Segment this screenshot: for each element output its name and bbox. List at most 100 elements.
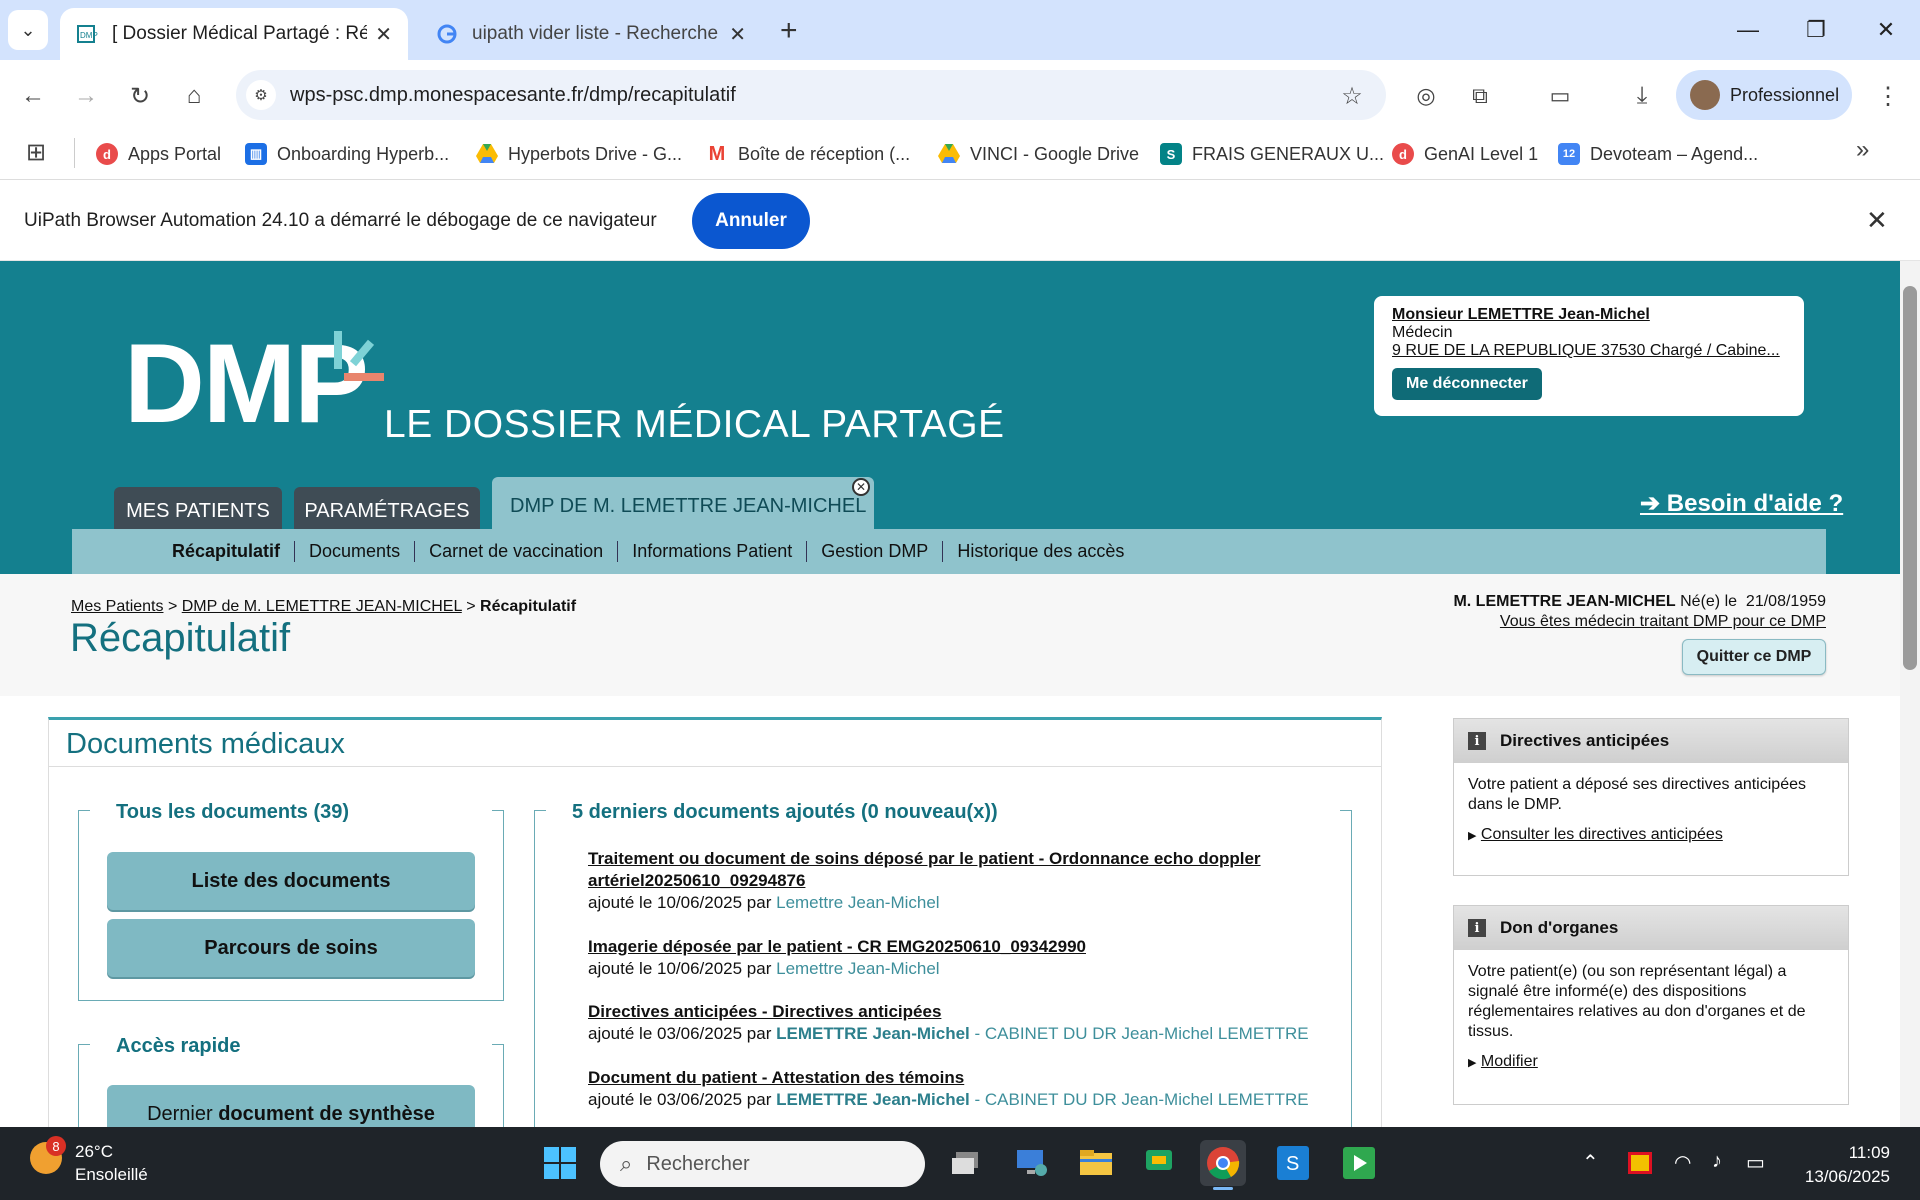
cast-icon[interactable]: ▭ xyxy=(1542,78,1578,114)
organ-modify-row[interactable]: ▶ Modifier xyxy=(1468,1052,1834,1073)
tray-overflow-icon[interactable]: ⌃ xyxy=(1582,1150,1599,1175)
extension-uipath-icon[interactable]: ◎ xyxy=(1408,78,1444,114)
menu-kebab-icon[interactable]: ⋮ xyxy=(1870,78,1906,114)
scrollbar-thumb[interactable] xyxy=(1903,286,1917,670)
cancel-debug-button[interactable]: Annuler xyxy=(692,193,810,249)
subnav-recapitulatif[interactable]: Récapitulatif xyxy=(158,541,294,562)
close-infobar-icon[interactable]: ✕ xyxy=(1866,205,1888,236)
document-author[interactable]: LEMETTRE Jean-Michel xyxy=(776,1024,970,1043)
windows-start-icon[interactable] xyxy=(537,1140,583,1186)
bookmark-item[interactable]: ▥ Onboarding Hyperb... xyxy=(245,138,449,170)
close-dmp-tab-icon[interactable]: ✕ xyxy=(852,478,870,496)
wifi-icon[interactable]: ◠ xyxy=(1674,1150,1691,1175)
language-flag-icon[interactable] xyxy=(1628,1152,1652,1174)
breadcrumb-dmp[interactable]: DMP de M. LEMETTRE JEAN-MICHEL xyxy=(182,598,462,615)
bookmark-item[interactable]: 12 Devoteam – Agend... xyxy=(1558,138,1758,170)
site-info-icon[interactable]: ⚙ xyxy=(246,80,276,110)
browser-tab-google[interactable]: uipath vider liste - Recherche G ✕ xyxy=(420,8,762,60)
breadcrumb-home[interactable]: Mes Patients xyxy=(71,598,163,615)
document-list-button[interactable]: Liste des documents xyxy=(107,852,475,910)
url-text[interactable]: wps-psc.dmp.monespacesante.fr/dmp/recapi… xyxy=(290,84,736,107)
bookmark-item[interactable]: d Apps Portal xyxy=(96,138,221,170)
browser-tab-dmp[interactable]: DMP [ Dossier Médical Partagé : Réca ✕ xyxy=(60,8,408,60)
weather-widget[interactable]: 26°C Ensoleillé xyxy=(75,1140,148,1186)
directives-link[interactable]: Consulter les directives anticipées xyxy=(1481,826,1723,843)
download-icon[interactable]: ⤓ xyxy=(1624,78,1660,114)
help-link[interactable]: ➔ Besoin d'aide ? xyxy=(1640,489,1843,518)
document-item: Document du patient - Attestation des té… xyxy=(588,1067,1348,1111)
treating-doctor-link[interactable]: Vous êtes médecin traitant DMP pour ce D… xyxy=(1300,612,1826,632)
quit-dmp-button[interactable]: Quitter ce DMP xyxy=(1682,639,1826,675)
document-author[interactable]: LEMETTRE Jean-Michel xyxy=(776,1090,970,1109)
forward-icon[interactable]: → xyxy=(68,78,104,114)
care-path-button[interactable]: Parcours de soins xyxy=(107,919,475,977)
tab-search-button[interactable]: ⌄ xyxy=(8,10,48,50)
document-author[interactable]: Lemettre Jean-Michel xyxy=(776,959,939,978)
document-title-link[interactable]: Document du patient - Attestation des té… xyxy=(588,1067,1348,1089)
document-org: - CABINET DU DR Jean-Michel LEMETTRE xyxy=(974,1090,1309,1109)
all-docs-title[interactable]: Tous les documents (39) xyxy=(116,801,349,824)
subnav-documents[interactable]: Documents xyxy=(294,541,414,562)
minimize-icon[interactable]: — xyxy=(1720,10,1776,50)
document-item: Imagerie déposée par le patient - CR EMG… xyxy=(588,936,1348,980)
bookmark-label: Apps Portal xyxy=(128,143,222,164)
battery-icon[interactable]: ▭ xyxy=(1746,1150,1765,1175)
directives-link-row[interactable]: ▶ Consulter les directives anticipées xyxy=(1468,825,1834,846)
uipath-assistant-icon[interactable] xyxy=(1336,1140,1382,1186)
chrome-icon[interactable] xyxy=(1200,1140,1246,1186)
user-address[interactable]: 9 RUE DE LA REPUBLIQUE 37530 Chargé / Ca… xyxy=(1392,342,1786,360)
more-bookmarks-icon[interactable]: » xyxy=(1856,136,1869,164)
google-drive-icon xyxy=(476,143,498,165)
organ-donation-text: Votre patient(e) (ou son représentant lé… xyxy=(1468,963,1806,1040)
document-title-link[interactable]: Traitement ou document de soins déposé p… xyxy=(588,848,1348,892)
taskbar-search[interactable]: ⌕ Rechercher xyxy=(600,1141,925,1187)
close-window-icon[interactable]: ✕ xyxy=(1858,10,1914,50)
document-title-link[interactable]: Imagerie déposée par le patient - CR EMG… xyxy=(588,936,1348,958)
document-author[interactable]: Lemettre Jean-Michel xyxy=(776,893,939,912)
close-tab-icon[interactable]: ✕ xyxy=(729,22,746,47)
apps-grid-icon[interactable]: ⊞ xyxy=(26,138,46,167)
subnav-historique[interactable]: Historique des accès xyxy=(942,541,1138,562)
profile-button[interactable]: Professionnel xyxy=(1676,70,1852,120)
bookmark-item[interactable]: S FRAIS GENERAUX U... xyxy=(1160,138,1384,170)
avatar xyxy=(1690,80,1720,110)
bookmark-item[interactable]: M Boîte de réception (... xyxy=(706,138,910,170)
document-title-link[interactable]: Directives anticipées - Directives antic… xyxy=(588,1001,1348,1023)
subnav-vaccination[interactable]: Carnet de vaccination xyxy=(414,541,617,562)
logout-button[interactable]: Me déconnecter xyxy=(1392,368,1542,400)
back-icon[interactable]: ← xyxy=(15,78,51,114)
task-view-icon[interactable] xyxy=(942,1140,988,1186)
extensions-icon[interactable]: ⧉ xyxy=(1462,78,1498,114)
bookmark-item[interactable]: VINCI - Google Drive xyxy=(938,138,1139,170)
tab-parametrages[interactable]: PARAMÉTRAGES xyxy=(294,487,480,535)
user-name[interactable]: Monsieur LEMETTRE Jean-Michel xyxy=(1392,306,1786,324)
taskbar-clock[interactable]: 11:09 13/06/2025 xyxy=(1784,1141,1890,1189)
tab-dmp-patient[interactable]: DMP DE M. LEMETTRE JEAN-MICHEL xyxy=(492,477,874,535)
breadcrumb-separator: > xyxy=(167,598,178,615)
info-icon: i xyxy=(1468,919,1486,937)
synthesis-doc-button[interactable]: Dernier document de synthèse xyxy=(107,1085,475,1127)
close-tab-icon[interactable]: ✕ xyxy=(375,22,392,47)
bookmark-label: Hyperbots Drive - G... xyxy=(508,143,683,164)
subnav-informations-patient[interactable]: Informations Patient xyxy=(617,541,806,562)
bookmark-item[interactable]: Hyperbots Drive - G... xyxy=(476,138,682,170)
organ-modify-link[interactable]: Modifier xyxy=(1481,1053,1538,1070)
tab-mes-patients[interactable]: MES PATIENTS xyxy=(114,487,282,535)
triangle-right-icon: ▶ xyxy=(1468,1057,1477,1069)
directives-title: Directives anticipées xyxy=(1500,731,1670,750)
new-tab-button[interactable]: + xyxy=(780,14,798,48)
bookmark-star-icon[interactable]: ☆ xyxy=(1334,78,1370,114)
remote-desktop-icon[interactable] xyxy=(1008,1140,1054,1186)
bookmark-item[interactable]: d GenAI Level 1 xyxy=(1392,138,1538,170)
restore-icon[interactable]: ❐ xyxy=(1788,10,1844,50)
home-icon[interactable]: ⌂ xyxy=(176,78,212,114)
reload-icon[interactable]: ↻ xyxy=(122,78,158,114)
document-item: Directives anticipées - Directives antic… xyxy=(588,1001,1348,1045)
file-explorer-icon[interactable] xyxy=(1073,1140,1119,1186)
volume-icon[interactable]: ♪ xyxy=(1712,1150,1722,1173)
bookmark-label: Onboarding Hyperb... xyxy=(277,143,450,164)
uipath-studio-icon[interactable]: S xyxy=(1270,1140,1316,1186)
google-chat-icon[interactable] xyxy=(1136,1140,1182,1186)
page-title: Récapitulatif xyxy=(70,616,291,660)
subnav-gestion-dmp[interactable]: Gestion DMP xyxy=(806,541,942,562)
